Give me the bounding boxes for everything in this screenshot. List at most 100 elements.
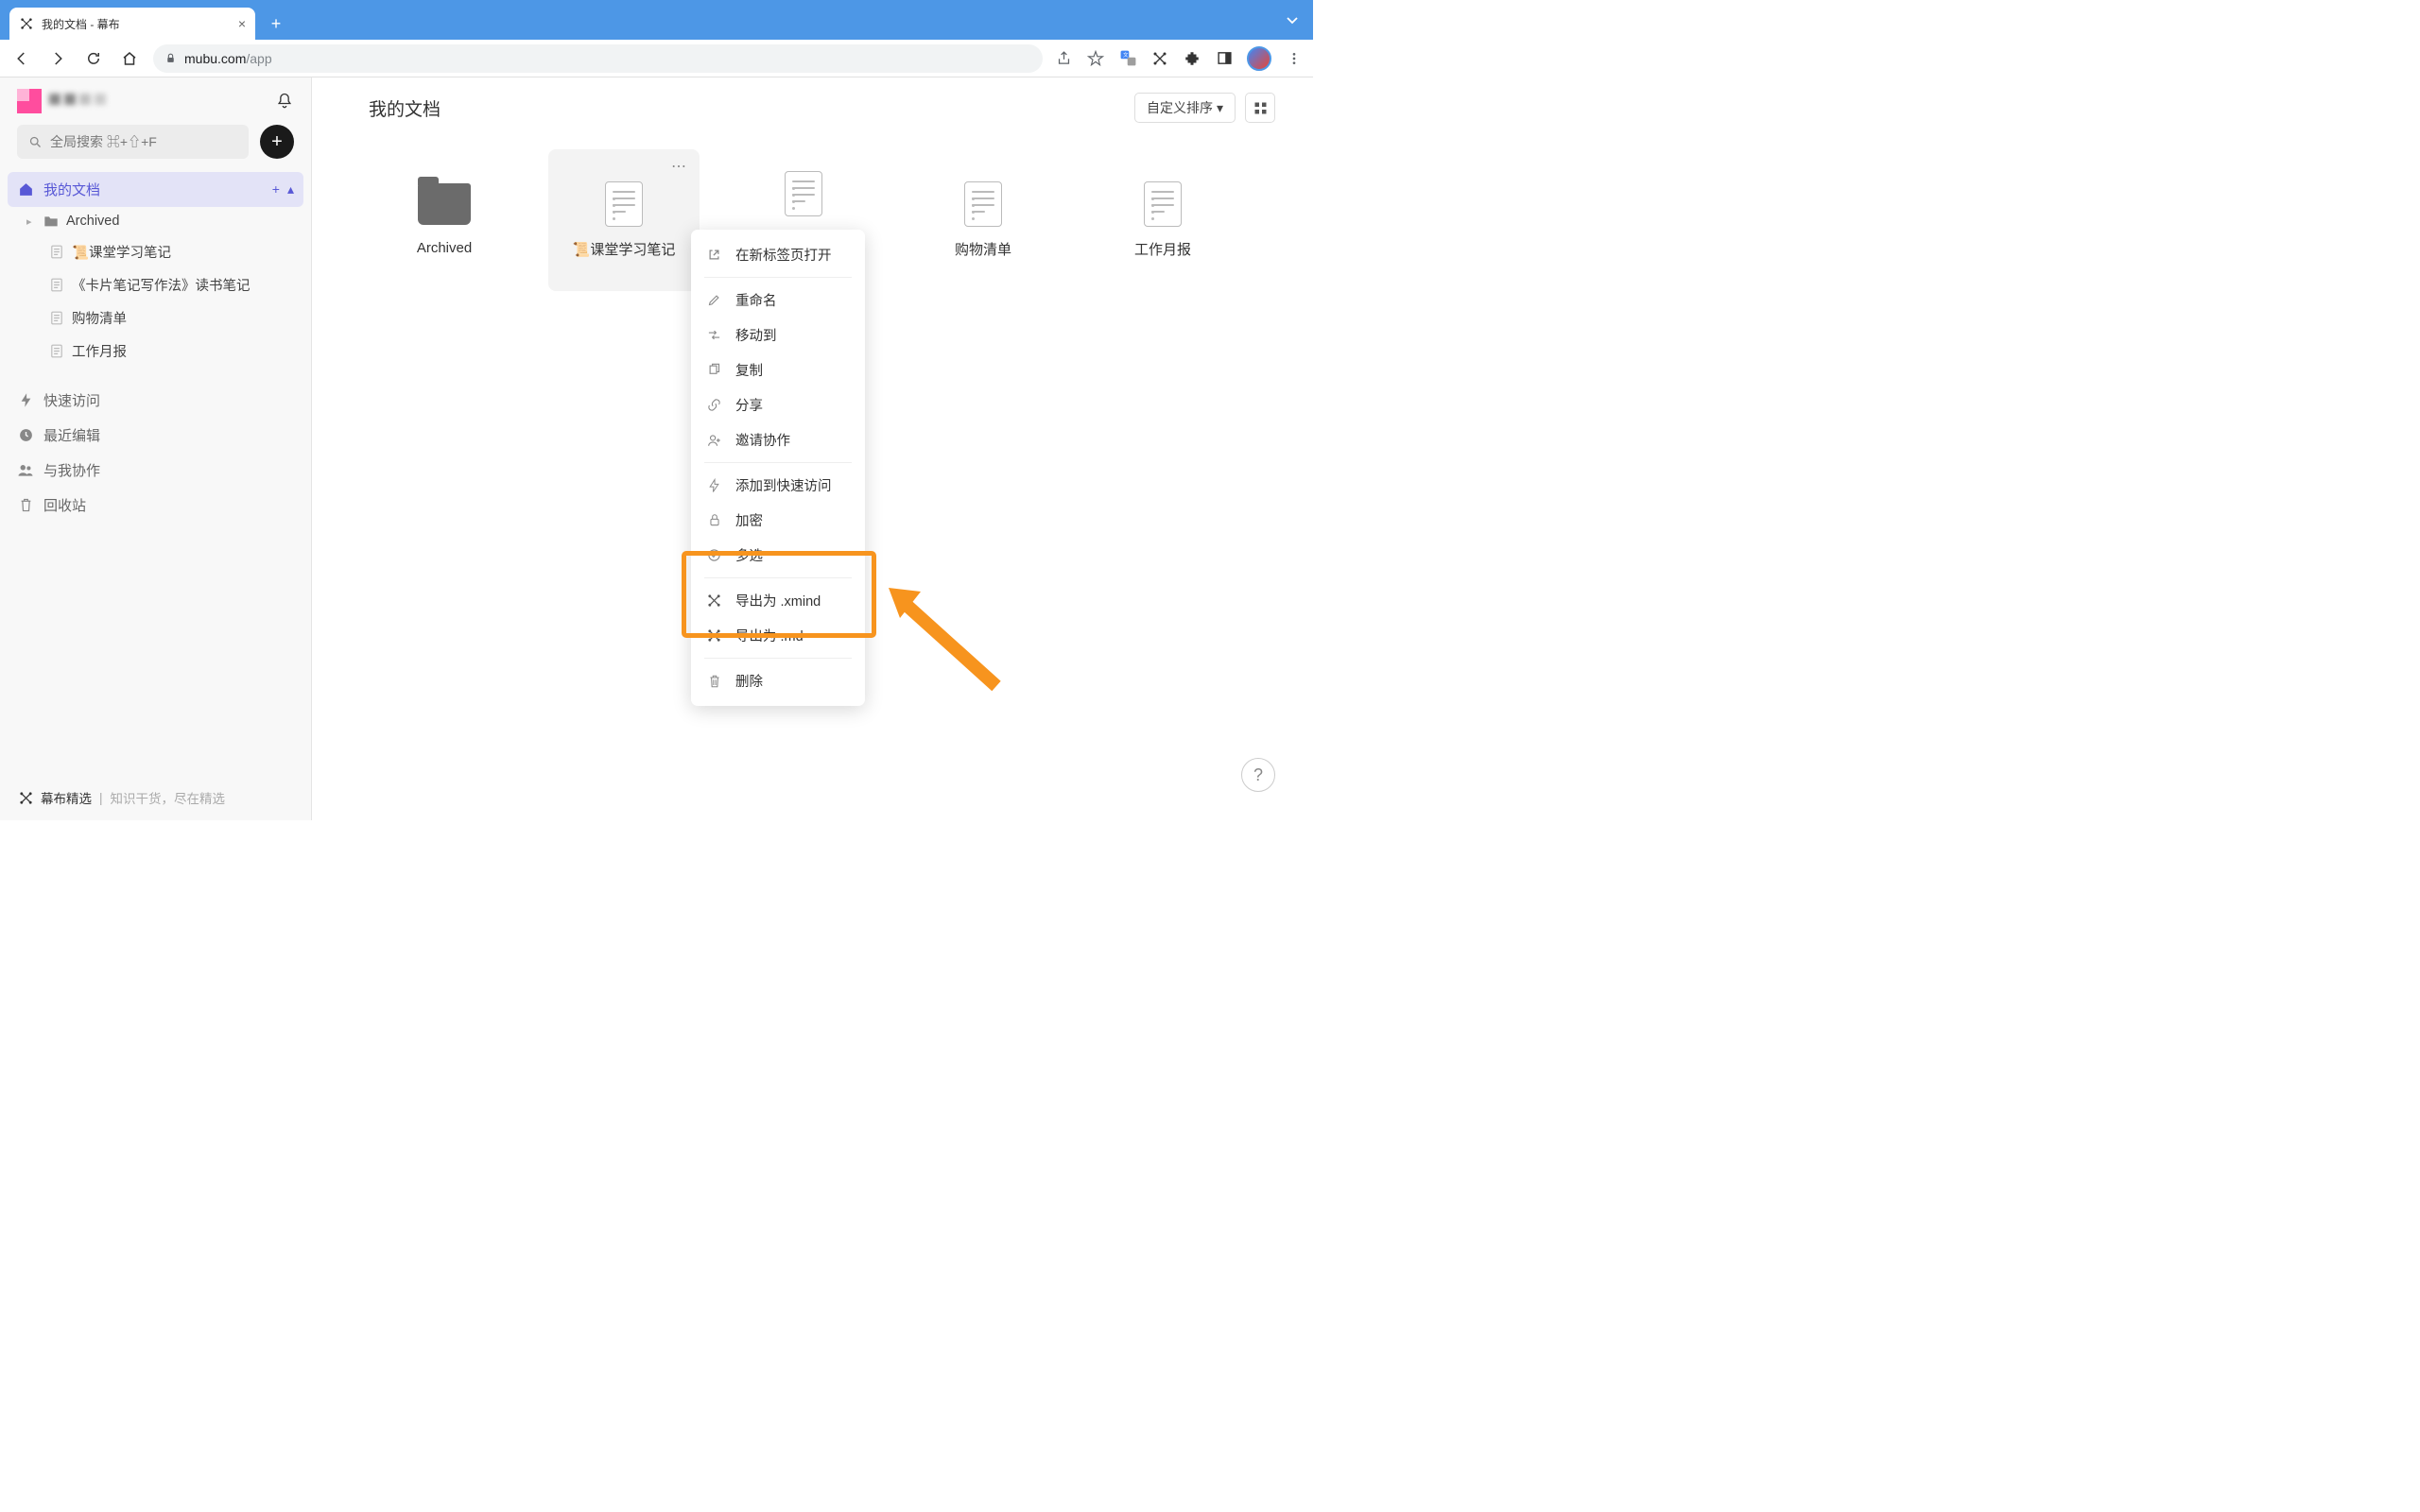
profile-avatar[interactable] bbox=[1247, 46, 1271, 71]
sort-dropdown[interactable]: 自定义排序 ▾ bbox=[1134, 93, 1236, 123]
ctx-separator bbox=[704, 277, 852, 278]
trash-icon bbox=[17, 497, 34, 513]
create-button[interactable]: + bbox=[260, 125, 294, 159]
new-tab-button[interactable]: + bbox=[263, 10, 289, 37]
document-icon bbox=[49, 245, 64, 260]
global-search-input[interactable]: 全局搜索 ⌘+⇧+F bbox=[17, 125, 249, 159]
nav-quick-access[interactable]: 快速访问 bbox=[8, 383, 303, 418]
tile-more-icon[interactable]: ⋯ bbox=[671, 157, 688, 176]
tree-item-doc-1[interactable]: 《卡片笔记写作法》读书笔记 bbox=[8, 268, 303, 301]
back-button[interactable] bbox=[9, 46, 34, 71]
ctx-separator bbox=[704, 658, 852, 659]
ctx-export-xmind[interactable]: 导出为 .xmind bbox=[691, 583, 865, 618]
ctx-invite[interactable]: 邀请协作 bbox=[691, 422, 865, 457]
folder-large-icon bbox=[418, 183, 471, 225]
search-placeholder: 全局搜索 ⌘+⇧+F bbox=[50, 132, 157, 151]
tree-item-label: 购物清单 bbox=[72, 308, 127, 328]
folder-icon bbox=[43, 215, 59, 228]
copy-icon bbox=[706, 363, 722, 377]
share-link-icon bbox=[706, 398, 722, 412]
bolt-icon bbox=[17, 392, 34, 408]
ctx-copy[interactable]: 复制 bbox=[691, 352, 865, 387]
sidebar-footer[interactable]: 幕布精选 | 知识干货，尽在精选 bbox=[0, 775, 311, 820]
tile-doc-0[interactable]: ⋯ 📜课堂学习笔记 bbox=[548, 149, 700, 291]
sidebar-header bbox=[0, 77, 311, 125]
sidepanel-icon[interactable] bbox=[1215, 49, 1234, 68]
chevron-right-icon: ▸ bbox=[26, 215, 36, 228]
nav-trash[interactable]: 回收站 bbox=[8, 488, 303, 523]
user-block[interactable] bbox=[17, 89, 110, 113]
tile-label: 📜课堂学习笔记 bbox=[573, 240, 676, 260]
tree-item-doc-3[interactable]: 工作月报 bbox=[8, 335, 303, 368]
nav-my-documents[interactable]: 我的文档 + ▴ bbox=[8, 172, 303, 207]
bookmark-star-icon[interactable] bbox=[1086, 49, 1105, 68]
pencil-icon bbox=[706, 293, 722, 307]
extensions-icon[interactable] bbox=[1183, 49, 1201, 68]
user-plus-icon bbox=[706, 434, 722, 447]
document-icon bbox=[49, 344, 64, 359]
mindmap-icon bbox=[706, 628, 722, 643]
nav-label: 回收站 bbox=[43, 495, 86, 515]
search-icon bbox=[28, 135, 43, 149]
clock-icon bbox=[17, 427, 34, 443]
nav-recent[interactable]: 最近编辑 bbox=[8, 418, 303, 453]
featured-icon bbox=[19, 791, 33, 805]
address-bar[interactable]: mubu.com/app bbox=[153, 44, 1043, 73]
window-expand-icon[interactable] bbox=[1285, 0, 1300, 40]
document-large-icon bbox=[605, 181, 643, 227]
view-grid-button[interactable] bbox=[1245, 93, 1275, 123]
tab-strip: 我的文档 - 幕布 × + bbox=[0, 8, 289, 40]
lock-icon bbox=[164, 52, 177, 64]
tree-item-doc-2[interactable]: 购物清单 bbox=[8, 301, 303, 335]
ctx-rename[interactable]: 重命名 bbox=[691, 283, 865, 318]
ctx-encrypt[interactable]: 加密 bbox=[691, 503, 865, 538]
nav-shared[interactable]: 与我协作 bbox=[8, 453, 303, 488]
notifications-icon[interactable] bbox=[275, 92, 294, 111]
ctx-share[interactable]: 分享 bbox=[691, 387, 865, 422]
home-filled-icon bbox=[17, 181, 34, 198]
ctx-label: 分享 bbox=[735, 395, 763, 415]
browser-titlebar: 我的文档 - 幕布 × + bbox=[0, 0, 1313, 40]
ctx-move[interactable]: 移动到 bbox=[691, 318, 865, 352]
ctx-delete[interactable]: 删除 bbox=[691, 663, 865, 698]
trash-outline-icon bbox=[706, 674, 722, 689]
browser-tab[interactable]: 我的文档 - 幕布 × bbox=[9, 8, 255, 40]
tree-item-doc-0[interactable]: 📜课堂学习笔记 bbox=[8, 235, 303, 268]
collapse-tree-icon[interactable]: ▴ bbox=[287, 181, 294, 198]
ctx-label: 加密 bbox=[735, 510, 763, 530]
ctx-label: 重命名 bbox=[735, 290, 777, 310]
ctx-export-md[interactable]: 导出为 .md bbox=[691, 618, 865, 653]
share-icon[interactable] bbox=[1054, 49, 1073, 68]
nav-label: 快速访问 bbox=[43, 390, 100, 410]
people-icon bbox=[17, 463, 34, 477]
reload-button[interactable] bbox=[81, 46, 106, 71]
ctx-quick-access[interactable]: 添加到快速访问 bbox=[691, 468, 865, 503]
help-button[interactable]: ? bbox=[1241, 758, 1275, 792]
ctx-label: 删除 bbox=[735, 671, 763, 691]
tile-folder-archived[interactable]: Archived bbox=[369, 149, 520, 291]
tile-label: 工作月报 bbox=[1134, 240, 1191, 260]
tile-doc-3[interactable]: 工作月报 bbox=[1087, 149, 1238, 291]
translate-icon[interactable]: 文 bbox=[1118, 49, 1137, 68]
tree-item-label: 📜课堂学习笔记 bbox=[72, 242, 171, 262]
chrome-menu-icon[interactable] bbox=[1285, 49, 1304, 68]
forward-button[interactable] bbox=[45, 46, 70, 71]
ext-mubu-icon[interactable] bbox=[1150, 49, 1169, 68]
move-icon bbox=[706, 328, 722, 342]
mindmap-icon bbox=[706, 593, 722, 608]
tree-item-archived[interactable]: ▸ Archived bbox=[8, 207, 303, 235]
external-link-icon bbox=[706, 248, 722, 262]
ctx-label: 添加到快速访问 bbox=[735, 475, 832, 495]
ctx-open-new-tab[interactable]: 在新标签页打开 bbox=[691, 237, 865, 272]
tab-close-icon[interactable]: × bbox=[238, 16, 246, 31]
page-title: 我的文档 bbox=[369, 95, 441, 121]
ctx-label: 导出为 .xmind bbox=[735, 591, 821, 610]
add-doc-icon[interactable]: + bbox=[272, 181, 280, 198]
bolt-outline-icon bbox=[706, 478, 722, 493]
document-icon bbox=[49, 311, 64, 326]
ctx-label: 多选 bbox=[735, 545, 763, 565]
check-circle-icon bbox=[706, 548, 722, 562]
ctx-multiselect[interactable]: 多选 bbox=[691, 538, 865, 573]
tile-doc-2[interactable]: 购物清单 bbox=[908, 149, 1059, 291]
home-button[interactable] bbox=[117, 46, 142, 71]
